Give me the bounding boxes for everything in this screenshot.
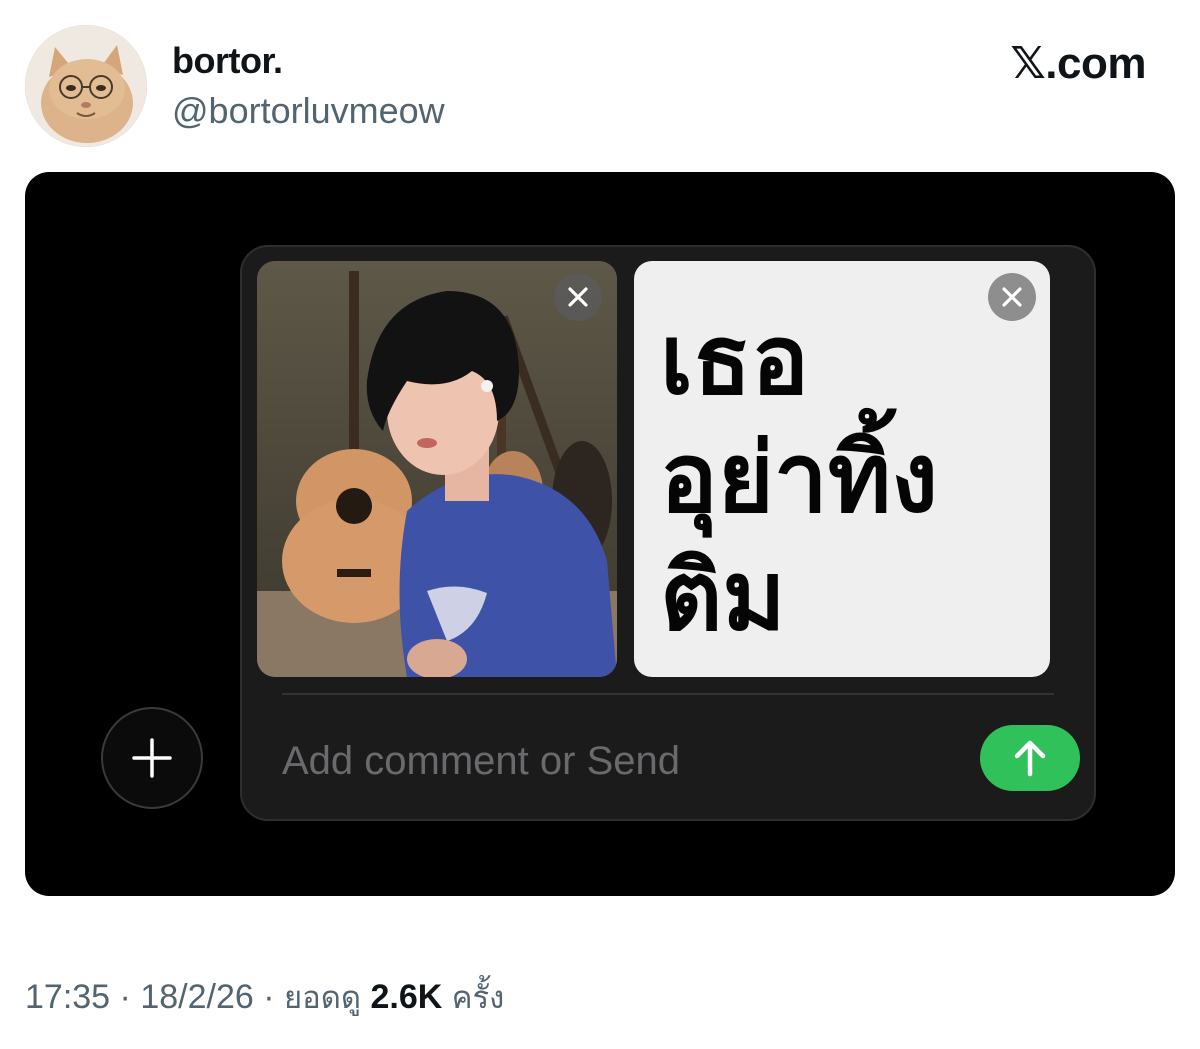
photo-attachment[interactable] [257, 261, 617, 677]
add-button[interactable] [101, 707, 203, 809]
views-count: 2.6K [370, 978, 443, 1016]
close-icon [1002, 287, 1022, 307]
separator: · [119, 978, 131, 1016]
post-time[interactable]: 17:35 [25, 978, 110, 1016]
cat-avatar-icon [25, 25, 147, 147]
text-sticker-attachment[interactable]: เธอ อุย่าทิ้ง ติม [634, 261, 1050, 677]
person-with-guitars-photo [257, 261, 617, 677]
handle[interactable]: @bortorluvmeow [172, 90, 445, 132]
remove-photo-button[interactable] [554, 273, 602, 321]
message-compose-panel: เธอ อุย่าทิ้ง ติม [240, 245, 1096, 821]
close-icon [568, 287, 588, 307]
post-metadata: 17:35 · 18/2/26 · ยอดดู 2.6K ครั้ง [25, 972, 504, 1022]
separator: · [263, 978, 275, 1016]
compose-divider [282, 693, 1054, 695]
send-button[interactable] [980, 725, 1080, 791]
post-date[interactable]: 18/2/26 [140, 978, 253, 1016]
views-suffix: ครั้ง [451, 980, 505, 1016]
views-label: ยอดดู [284, 980, 362, 1016]
comment-input[interactable] [282, 731, 922, 791]
remove-sticker-button[interactable] [988, 273, 1036, 321]
media-screenshot[interactable]: เธอ อุย่าทิ้ง ติม [25, 172, 1175, 896]
arrow-up-icon [1014, 740, 1046, 777]
plus-icon [132, 738, 172, 778]
avatar[interactable] [25, 25, 147, 147]
x-logo: 𝕏.com [1010, 39, 1146, 88]
sticker-text: เธอ อุย่าทิ้ง ติม [660, 304, 938, 652]
display-name[interactable]: bortor. [172, 40, 283, 82]
